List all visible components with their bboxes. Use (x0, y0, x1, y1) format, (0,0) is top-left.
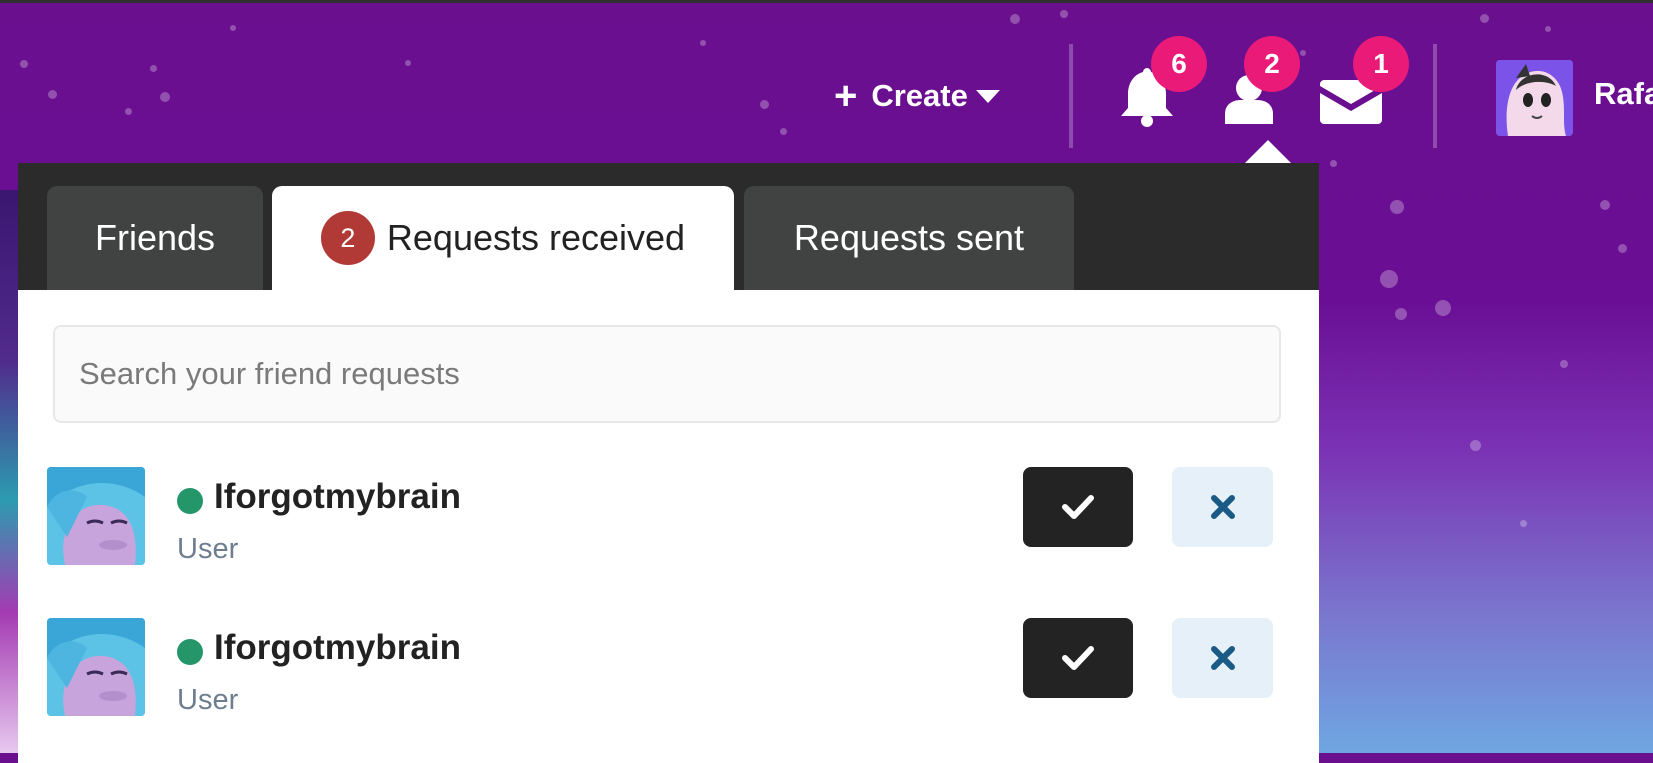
requester-avatar-image (47, 467, 145, 565)
window-top-border (0, 0, 1653, 3)
requester-role: User (177, 533, 239, 565)
requester-name[interactable]: Iforgotmybrain (214, 628, 461, 668)
online-status-indicator (177, 488, 203, 514)
dropdown-pointer (1244, 140, 1292, 164)
tab-requests-received-label: Requests received (386, 217, 686, 258)
user-avatar[interactable] (1496, 60, 1573, 136)
header-divider (1069, 44, 1073, 148)
user-name[interactable]: Rafa (1594, 76, 1653, 112)
requester-avatar[interactable] (47, 467, 145, 565)
reject-request-button[interactable] (1172, 618, 1273, 698)
requester-avatar-image (47, 618, 145, 716)
create-button[interactable]: + Create (834, 74, 1000, 118)
accept-request-button[interactable] (1023, 618, 1133, 698)
header-divider (1433, 44, 1437, 148)
check-icon (1062, 646, 1094, 670)
tab-requests-received[interactable]: 2 Requests received (272, 186, 734, 290)
check-icon (1062, 495, 1094, 519)
create-label: Create (871, 78, 968, 113)
search-friend-requests-input[interactable] (53, 325, 1281, 423)
friend-request-row: Iforgotmybrain User (47, 467, 1287, 567)
reject-request-button[interactable] (1172, 467, 1273, 547)
tab-friends-label: Friends (94, 217, 216, 258)
close-icon (1210, 646, 1235, 670)
tab-requests-sent[interactable]: Requests sent (744, 186, 1074, 290)
user-avatar-image (1496, 60, 1573, 136)
online-status-indicator (177, 639, 203, 665)
requests-received-count-badge: 2 (320, 211, 375, 265)
panel-tab-bar: Friends 2 Requests received Requests sen… (18, 163, 1319, 290)
tab-friends[interactable]: Friends (47, 186, 263, 290)
requester-role: User (177, 684, 239, 716)
friend-requests-count-badge: 2 (1244, 36, 1300, 92)
close-icon (1210, 495, 1235, 519)
messages-count-badge: 1 (1353, 36, 1409, 92)
plus-icon: + (834, 74, 858, 118)
tab-requests-sent-label: Requests sent (793, 217, 1025, 258)
caret-down-icon (975, 89, 1000, 103)
friend-requests-panel: Friends 2 Requests received Requests sen… (18, 163, 1319, 763)
accept-request-button[interactable] (1023, 467, 1133, 547)
notifications-count-badge: 6 (1151, 36, 1207, 92)
requester-avatar[interactable] (47, 618, 145, 716)
requester-name[interactable]: Iforgotmybrain (214, 477, 461, 517)
friend-request-row: Iforgotmybrain User (47, 618, 1287, 718)
